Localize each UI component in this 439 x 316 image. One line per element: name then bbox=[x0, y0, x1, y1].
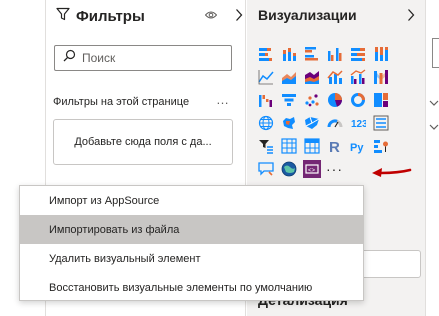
power-apps-icon[interactable]: <> bbox=[300, 157, 323, 180]
menu-item-import-appsource[interactable]: Импорт из AppSource bbox=[20, 186, 363, 215]
filters-search-box[interactable] bbox=[54, 45, 232, 71]
slicer-icon[interactable] bbox=[254, 134, 277, 157]
svg-text:123: 123 bbox=[351, 119, 366, 130]
python-visual-icon[interactable]: Py bbox=[346, 134, 369, 157]
menu-item-remove-visual[interactable]: Удалить визуальный элемент bbox=[20, 244, 363, 273]
collapsed-pane-box bbox=[432, 38, 439, 68]
svg-text:<>: <> bbox=[308, 168, 316, 174]
qna-visual-icon[interactable] bbox=[254, 157, 277, 180]
stacked-bar-chart-icon[interactable] bbox=[254, 42, 277, 65]
menu-item-label: Восстановить визуальные элементы по умол… bbox=[49, 281, 313, 294]
matrix-icon[interactable] bbox=[300, 134, 323, 157]
chevron-down-icon[interactable] bbox=[429, 122, 439, 132]
collapse-visualizations-chevron-icon[interactable] bbox=[404, 6, 418, 24]
search-icon bbox=[63, 49, 76, 67]
more-visuals-button[interactable]: ··· bbox=[323, 157, 346, 180]
area-chart-icon[interactable] bbox=[277, 65, 300, 88]
gauge-icon[interactable] bbox=[323, 111, 346, 134]
menu-item-label: Удалить визуальный элемент bbox=[49, 252, 201, 265]
stacked-area-chart-icon[interactable] bbox=[300, 65, 323, 88]
filters-header: Фильтры bbox=[56, 5, 246, 27]
multi-row-card-icon[interactable] bbox=[369, 111, 392, 134]
clustered-bar-chart-icon[interactable] bbox=[300, 42, 323, 65]
fields-pane-edge bbox=[425, 0, 439, 316]
waterfall-chart-icon[interactable] bbox=[254, 88, 277, 111]
key-influencers-icon[interactable] bbox=[369, 134, 392, 157]
filters-on-page-title: Фильтры на этой странице bbox=[53, 96, 190, 108]
arcgis-map-icon[interactable] bbox=[277, 157, 300, 180]
line-and-clustered-column-chart-icon[interactable] bbox=[346, 65, 369, 88]
shape-map-icon[interactable] bbox=[300, 111, 323, 134]
line-chart-icon[interactable] bbox=[254, 65, 277, 88]
menu-item-import-from-file[interactable]: Импортировать из файла bbox=[20, 215, 363, 244]
menu-item-label: Импорт из AppSource bbox=[49, 194, 160, 207]
treemap-chart-icon[interactable] bbox=[369, 88, 392, 111]
collapse-filters-chevron-icon[interactable] bbox=[232, 6, 246, 24]
filters-drop-well[interactable]: Добавьте сюда поля с да... bbox=[53, 119, 233, 165]
red-arrow-icon bbox=[372, 168, 412, 177]
eye-icon[interactable] bbox=[204, 8, 218, 22]
visuals-context-menu: Импорт из AppSource Импортировать из фай… bbox=[19, 185, 364, 301]
filters-more-button[interactable]: … bbox=[216, 92, 230, 107]
r-script-visual-icon[interactable]: R bbox=[323, 134, 346, 157]
filters-title: Фильтры bbox=[76, 7, 145, 25]
filter-funnel-icon bbox=[56, 7, 70, 26]
visualizations-title: Визуализации bbox=[258, 7, 357, 23]
svg-text:R: R bbox=[329, 139, 340, 154]
chevron-down-icon[interactable] bbox=[429, 98, 439, 108]
card-icon[interactable]: 123 bbox=[346, 111, 369, 134]
filled-map-icon[interactable] bbox=[277, 111, 300, 134]
stacked-column-chart-icon[interactable] bbox=[277, 42, 300, 65]
donut-chart-icon[interactable] bbox=[346, 88, 369, 111]
filters-search-input[interactable] bbox=[82, 51, 222, 65]
100-stacked-bar-chart-icon[interactable] bbox=[346, 42, 369, 65]
funnel-chart-icon[interactable] bbox=[277, 88, 300, 111]
menu-item-label: Импортировать из файла bbox=[49, 223, 180, 236]
map-icon[interactable] bbox=[254, 111, 277, 134]
100-stacked-column-chart-icon[interactable] bbox=[369, 42, 392, 65]
menu-item-restore-default-visuals[interactable]: Восстановить визуальные элементы по умол… bbox=[20, 273, 363, 302]
pie-chart-icon[interactable] bbox=[323, 88, 346, 111]
scatter-chart-icon[interactable] bbox=[300, 88, 323, 111]
clustered-column-chart-icon[interactable] bbox=[323, 42, 346, 65]
ribbon-chart-icon[interactable] bbox=[369, 65, 392, 88]
more-visuals-label: ··· bbox=[326, 160, 343, 177]
visualizations-gallery: 123 R Py <> ··· bbox=[254, 42, 414, 180]
line-and-column-chart-icon[interactable] bbox=[323, 65, 346, 88]
table-icon[interactable] bbox=[277, 134, 300, 157]
svg-text:Py: Py bbox=[350, 142, 364, 154]
